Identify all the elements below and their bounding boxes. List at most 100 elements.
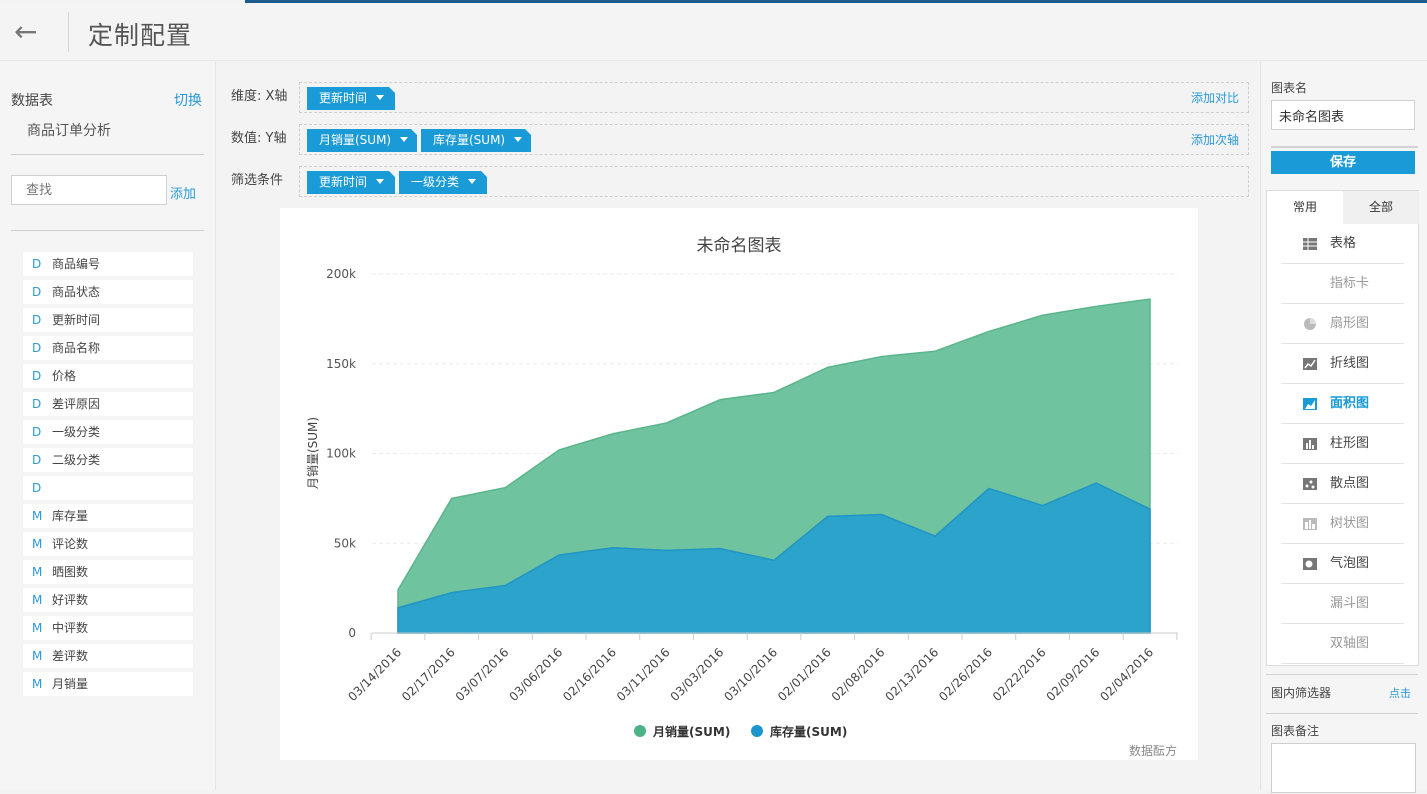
data-point[interactable]	[879, 513, 883, 517]
data-point[interactable]	[450, 591, 454, 595]
data-point[interactable]	[665, 421, 669, 425]
field-item[interactable]: D 商品状态	[23, 280, 193, 304]
field-item[interactable]: D 一级分类	[23, 420, 193, 444]
legend-label[interactable]: 月销量(SUM)	[652, 724, 730, 739]
field-item[interactable]: M 差评数	[23, 644, 193, 668]
add-field-link[interactable]: 添加	[170, 183, 196, 202]
save-button[interactable]: 保存	[1271, 151, 1415, 174]
data-point[interactable]	[557, 448, 561, 452]
data-point[interactable]	[611, 432, 615, 436]
field-item[interactable]: M 晒图数	[23, 560, 193, 584]
data-point[interactable]	[772, 390, 776, 394]
data-point[interactable]	[772, 558, 776, 562]
in-chart-filter-link[interactable]: 点击	[1389, 685, 1411, 701]
field-item[interactable]: M 月销量	[23, 672, 193, 696]
data-point[interactable]	[1041, 313, 1045, 317]
data-point[interactable]	[987, 329, 991, 333]
filter-field-pill[interactable]: 更新时间	[307, 171, 395, 194]
chart-type-item[interactable]: 散点图	[1282, 464, 1404, 504]
table-name: 商品订单分析	[27, 123, 111, 139]
chart-type-item[interactable]: 柱形图	[1282, 424, 1404, 464]
field-type-badge: D	[32, 425, 42, 439]
x-tick-label: 02/26/2016	[936, 645, 995, 704]
field-item[interactable]: D 差评原因	[23, 392, 193, 416]
data-point[interactable]	[450, 496, 454, 500]
field-item[interactable]: D 二级分类	[23, 448, 193, 472]
x-axis-dropzone[interactable]: 添加对比 更新时间	[299, 82, 1249, 113]
add-compare-link[interactable]: 添加对比	[1191, 89, 1239, 106]
x-tick-label: 02/17/2016	[399, 645, 458, 704]
data-point[interactable]	[933, 349, 937, 353]
data-point[interactable]	[718, 398, 722, 402]
field-type-badge: M	[32, 565, 43, 579]
add-secondary-axis-link[interactable]: 添加次轴	[1191, 131, 1239, 148]
y-tick-label: 50k	[334, 536, 356, 550]
y-axis-label: 数值: Y轴	[231, 131, 287, 146]
tab-all[interactable]: 全部	[1343, 191, 1419, 224]
chart-type-item[interactable]: 双轴图	[1282, 624, 1404, 664]
data-point[interactable]	[718, 547, 722, 551]
data-point[interactable]	[1094, 304, 1098, 308]
field-item[interactable]: D	[23, 476, 193, 500]
datatable-label: 数据表	[11, 93, 53, 109]
x-tick-label: 03/11/2016	[614, 645, 673, 704]
filter-field-pill[interactable]: 一级分类	[399, 171, 487, 194]
switch-table-link[interactable]: 切换	[174, 90, 202, 110]
data-point[interactable]	[1148, 507, 1152, 511]
legend-marker[interactable]	[751, 725, 763, 737]
x-axis-field-pill[interactable]: 更新时间	[307, 87, 395, 110]
data-point[interactable]	[987, 487, 991, 491]
data-point[interactable]	[933, 534, 937, 538]
field-name: 差评数	[52, 649, 89, 663]
data-point[interactable]	[503, 486, 507, 490]
chart-type-item[interactable]: 扇形图	[1282, 304, 1404, 344]
chart-note-textarea[interactable]	[1271, 743, 1416, 793]
legend-marker[interactable]	[634, 725, 646, 737]
legend-label[interactable]: 库存量(SUM)	[770, 724, 847, 739]
field-item[interactable]: M 好评数	[23, 588, 193, 612]
field-item[interactable]: D 商品编号	[23, 252, 193, 276]
data-point[interactable]	[879, 355, 883, 359]
chart-settings-panel: 图表名 保存 常用 全部 表格指标卡扇形图折线图面积图柱形图散点图树状图气泡图漏…	[1260, 62, 1427, 793]
field-search-input[interactable]	[11, 175, 167, 205]
pill-label: 更新时间	[319, 91, 368, 105]
filter-dropzone[interactable]: 更新时间 一级分类	[299, 166, 1249, 197]
data-point[interactable]	[611, 546, 615, 550]
tab-common[interactable]: 常用	[1267, 191, 1343, 224]
data-point[interactable]	[665, 548, 669, 552]
chart-type-item[interactable]: 指标卡	[1282, 264, 1404, 304]
chart-type-item[interactable]: 折线图	[1282, 344, 1404, 384]
back-arrow-icon[interactable]: ←	[14, 15, 50, 51]
chart-type-item[interactable]: 气泡图	[1282, 544, 1404, 584]
chart-type-label: 树状图	[1330, 516, 1370, 531]
field-item[interactable]: M 评论数	[23, 532, 193, 556]
data-point[interactable]	[1094, 481, 1098, 485]
data-point[interactable]	[1148, 297, 1152, 301]
field-name: 差评原因	[52, 397, 101, 411]
field-item[interactable]: M 中评数	[23, 616, 193, 640]
field-item[interactable]: D 更新时间	[23, 308, 193, 332]
field-type-badge: M	[32, 593, 43, 607]
chart-type-item[interactable]: 面积图	[1282, 384, 1404, 424]
data-point[interactable]	[396, 588, 400, 592]
data-point[interactable]	[826, 365, 830, 369]
chart-type-item[interactable]: 树状图	[1282, 504, 1404, 544]
data-point[interactable]	[503, 583, 507, 587]
y-axis-dropzone[interactable]: 添加次轴 月销量(SUM) 库存量(SUM)	[299, 124, 1249, 155]
y-axis-field-pill[interactable]: 库存量(SUM)	[421, 129, 531, 152]
y-axis-field-pill[interactable]: 月销量(SUM)	[307, 129, 417, 152]
field-item[interactable]: M 库存量	[23, 504, 193, 528]
caret-down-icon	[376, 95, 384, 100]
chart-type-item[interactable]: 表格	[1282, 224, 1404, 264]
chart-type-label: 扇形图	[1330, 316, 1370, 331]
field-type-badge: D	[32, 397, 42, 411]
chart-type-item[interactable]: 漏斗图	[1282, 584, 1404, 624]
data-point[interactable]	[1041, 504, 1045, 508]
data-point[interactable]	[826, 514, 830, 518]
chart-name-input[interactable]	[1271, 100, 1415, 130]
field-item[interactable]: D 商品名称	[23, 336, 193, 360]
data-point[interactable]	[557, 553, 561, 557]
pill-label: 更新时间	[319, 175, 368, 189]
data-point[interactable]	[396, 606, 400, 610]
field-item[interactable]: D 价格	[23, 364, 193, 388]
